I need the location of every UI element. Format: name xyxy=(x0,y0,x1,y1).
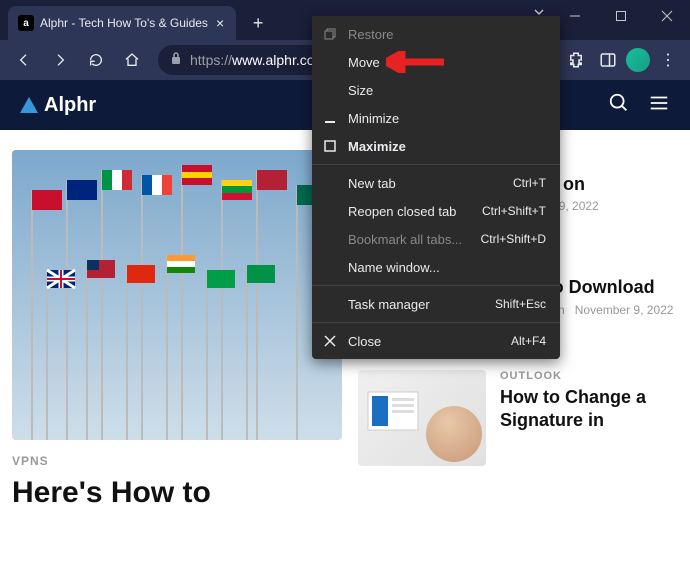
window-close-button[interactable] xyxy=(644,0,690,32)
menu-separator xyxy=(312,322,560,323)
menu-separator xyxy=(312,164,560,165)
menu-label: Size xyxy=(348,83,536,98)
menu-item-new-tab[interactable]: New tab Ctrl+T xyxy=(312,169,560,197)
menu-item-restore: Restore xyxy=(312,20,560,48)
tab-title: Alphr - Tech How To's & Guides xyxy=(40,16,208,30)
menu-label: Close xyxy=(348,334,501,349)
home-button[interactable] xyxy=(116,44,148,76)
browser-menu-button[interactable]: ⋮ xyxy=(654,50,682,70)
menu-label: Minimize xyxy=(348,111,536,126)
close-icon xyxy=(322,333,338,349)
window-maximize-button[interactable] xyxy=(598,0,644,32)
feature-image[interactable] xyxy=(12,150,342,440)
menu-label: Name window... xyxy=(348,260,536,275)
site-logo[interactable]: Alphr xyxy=(20,94,96,117)
panel-icon[interactable] xyxy=(594,46,622,74)
lock-icon xyxy=(170,51,182,70)
menu-separator xyxy=(312,285,560,286)
menu-item-close[interactable]: Close Alt+F4 xyxy=(312,327,560,355)
menu-label: Restore xyxy=(348,27,536,42)
menu-shortcut: Ctrl+Shift+T xyxy=(482,204,546,218)
menu-item-bookmark-all-tabs: Bookmark all tabs... Ctrl+Shift+D xyxy=(312,225,560,253)
blank-icon xyxy=(322,54,338,70)
back-button[interactable] xyxy=(8,44,40,76)
article-category: OUTLOOK xyxy=(500,370,678,382)
reload-button[interactable] xyxy=(80,44,112,76)
feature-headline[interactable]: Here's How to xyxy=(12,476,342,511)
article-title: How to Change a Signature in xyxy=(500,386,678,431)
extensions-icon[interactable] xyxy=(562,46,590,74)
blank-icon xyxy=(322,82,338,98)
brand-text: Alphr xyxy=(44,94,96,117)
menu-item-minimize[interactable]: Minimize xyxy=(312,104,560,132)
minimize-icon xyxy=(322,110,338,126)
blank-icon xyxy=(322,296,338,312)
tab-close-icon[interactable]: × xyxy=(214,15,226,31)
blank-icon xyxy=(322,231,338,247)
menu-icon[interactable] xyxy=(648,92,670,119)
menu-shortcut: Shift+Esc xyxy=(495,297,546,311)
url-text: https://www.alphr.com xyxy=(190,52,326,68)
profile-avatar-icon[interactable] xyxy=(626,48,650,72)
logo-mark-icon xyxy=(20,97,38,113)
restore-icon xyxy=(322,26,338,42)
menu-item-size[interactable]: Size xyxy=(312,76,560,104)
maximize-icon xyxy=(322,138,338,154)
menu-label: Reopen closed tab xyxy=(348,204,472,219)
blank-icon xyxy=(322,175,338,191)
annotation-arrow-icon xyxy=(386,51,444,78)
blank-icon xyxy=(322,259,338,275)
menu-shortcut: Ctrl+Shift+D xyxy=(481,232,546,246)
menu-shortcut: Ctrl+T xyxy=(513,176,546,190)
blank-icon xyxy=(322,203,338,219)
menu-label: New tab xyxy=(348,176,503,191)
search-icon[interactable] xyxy=(608,92,630,119)
menu-item-maximize[interactable]: Maximize xyxy=(312,132,560,160)
feature-category: VPNS xyxy=(12,454,342,468)
menu-shortcut: Alt+F4 xyxy=(511,334,546,348)
menu-label: Bookmark all tabs... xyxy=(348,232,471,247)
new-tab-button[interactable]: + xyxy=(244,9,272,37)
article-thumbnail xyxy=(358,370,486,466)
tab-favicon: a xyxy=(18,15,34,31)
menu-item-name-window[interactable]: Name window... xyxy=(312,253,560,281)
menu-item-task-manager[interactable]: Task manager Shift+Esc xyxy=(312,290,560,318)
article-card[interactable]: OUTLOOK How to Change a Signature in xyxy=(358,370,678,466)
menu-label: Task manager xyxy=(348,297,485,312)
menu-item-reopen-closed-tab[interactable]: Reopen closed tab Ctrl+Shift+T xyxy=(312,197,560,225)
forward-button[interactable] xyxy=(44,44,76,76)
menu-label: Maximize xyxy=(348,139,536,154)
browser-tab[interactable]: a Alphr - Tech How To's & Guides × xyxy=(8,6,236,40)
